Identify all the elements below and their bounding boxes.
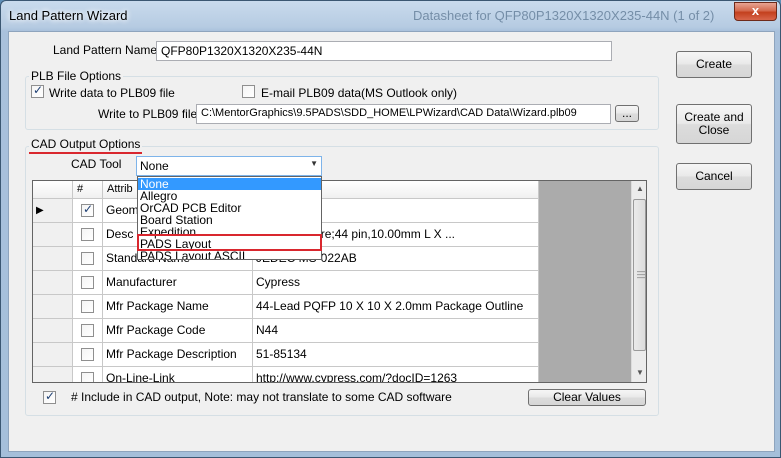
header-include[interactable]: # [73, 181, 103, 199]
include-checkbox[interactable] [81, 324, 94, 337]
table-row[interactable]: Mfr Package Description 51-85134 [33, 343, 539, 367]
include-checkbox[interactable] [81, 202, 94, 217]
table-row[interactable]: On-Line-Link http://www.cypress.com/?doc… [33, 367, 539, 382]
row-header[interactable] [33, 367, 73, 382]
grid-vertical-scrollbar[interactable]: ▲ — — — ▼ [631, 181, 646, 382]
attribute-cell[interactable]: Manufacturer [103, 271, 253, 295]
scrollbar-thumb[interactable]: — — — [633, 199, 646, 351]
land-pattern-name-input[interactable]: QFP80P1320X1320X235-44N [156, 41, 612, 61]
annotation-underline [29, 152, 142, 154]
attributes-grid: # Attrib ▶ Geom Desc n pitch,square;44 p… [32, 180, 647, 383]
write-to-path-input[interactable]: C:\MentorGraphics\9.5PADS\SDD_HOME\LPWiz… [196, 104, 611, 124]
create-button[interactable]: Create [676, 51, 752, 78]
cad-output-options-title: CAD Output Options [29, 137, 143, 151]
window-close-button[interactable]: x [734, 2, 777, 21]
include-cell[interactable] [73, 247, 103, 271]
row-header[interactable] [33, 343, 73, 367]
land-pattern-wizard-window: Land Pattern Wizard Datasheet for QFP80P… [0, 0, 781, 458]
table-row[interactable]: Mfr Package Name 44-Lead PQFP 10 X 10 X … [33, 295, 539, 319]
email-checkbox[interactable] [242, 85, 255, 98]
cad-tool-selected-value: None [140, 159, 169, 173]
include-checkbox[interactable] [81, 228, 94, 241]
window-title: Land Pattern Wizard [9, 8, 128, 23]
plb-file-options-title: PLB File Options [29, 69, 124, 83]
scroll-up-icon[interactable]: ▲ [632, 181, 646, 197]
include-cell[interactable] [73, 271, 103, 295]
include-cell[interactable] [73, 343, 103, 367]
value-cell[interactable]: http://www.cypress.com/?docID=1263 [253, 367, 539, 382]
include-checkbox[interactable] [81, 252, 94, 265]
annotation-highlight-box [137, 234, 322, 251]
cad-tool-select[interactable]: None ▼ [136, 156, 322, 176]
include-cell[interactable] [73, 319, 103, 343]
include-cell[interactable] [73, 295, 103, 319]
value-cell[interactable]: 51-85134 [253, 343, 539, 367]
cancel-button[interactable]: Cancel [676, 163, 752, 190]
include-checkbox[interactable] [81, 276, 94, 289]
include-checkbox[interactable] [81, 300, 94, 313]
cad-option-pads-layout-ascii[interactable]: PADS Layout ASCII [140, 250, 245, 259]
attribute-cell[interactable]: Mfr Package Code [103, 319, 253, 343]
write-data-label: Write data to PLB09 file [49, 86, 175, 100]
row-header-corner [33, 181, 73, 199]
attribute-cell[interactable]: Mfr Package Name [103, 295, 253, 319]
include-cell[interactable] [73, 367, 103, 382]
value-cell[interactable]: 44-Lead PQFP 10 X 10 X 2.0mm Package Out… [253, 295, 539, 319]
title-bar[interactable]: Land Pattern Wizard Datasheet for QFP80P… [1, 1, 780, 31]
create-and-close-button[interactable]: Create and Close [676, 104, 752, 144]
include-checkbox[interactable] [81, 372, 94, 382]
email-note: (MS Outlook only) [361, 86, 458, 100]
value-cell[interactable]: N44 [253, 319, 539, 343]
current-row-icon: ▶ [36, 205, 44, 216]
land-pattern-name-label: Land Pattern Name [53, 43, 158, 57]
value-cell[interactable]: Cypress [253, 271, 539, 295]
include-cell[interactable] [73, 223, 103, 247]
include-checkbox[interactable] [81, 348, 94, 361]
close-icon: x [751, 3, 760, 18]
table-row[interactable]: Manufacturer Cypress [33, 271, 539, 295]
write-to-label: Write to PLB09 file [98, 107, 198, 121]
write-data-checkbox[interactable] [31, 83, 44, 98]
table-row[interactable]: Mfr Package Code N44 [33, 319, 539, 343]
chevron-down-icon: ▼ [310, 159, 318, 168]
row-header[interactable] [33, 223, 73, 247]
row-header[interactable] [33, 319, 73, 343]
email-label: E-mail PLB09 data [261, 86, 362, 100]
attribute-cell[interactable]: Mfr Package Description [103, 343, 253, 367]
include-note: # Include in CAD output, Note: may not t… [71, 390, 452, 404]
row-header[interactable] [33, 271, 73, 295]
row-header[interactable] [33, 247, 73, 271]
clear-values-button[interactable]: Clear Values [528, 389, 646, 406]
attribute-cell[interactable]: On-Line-Link [103, 367, 253, 382]
dialog-client-area: Land Pattern Name QFP80P1320X1320X235-44… [8, 31, 775, 452]
row-header[interactable] [33, 295, 73, 319]
scroll-down-icon[interactable]: ▼ [632, 365, 646, 381]
background-window-title: Datasheet for QFP80P1320X1320X235-44N (1… [413, 8, 715, 23]
row-header[interactable]: ▶ [33, 199, 73, 223]
include-legend-checkbox [43, 389, 56, 404]
cad-tool-label: CAD Tool [71, 157, 122, 171]
include-cell[interactable] [73, 199, 103, 223]
browse-button[interactable]: ... [615, 105, 639, 122]
grip-icon: — — — [637, 267, 645, 282]
